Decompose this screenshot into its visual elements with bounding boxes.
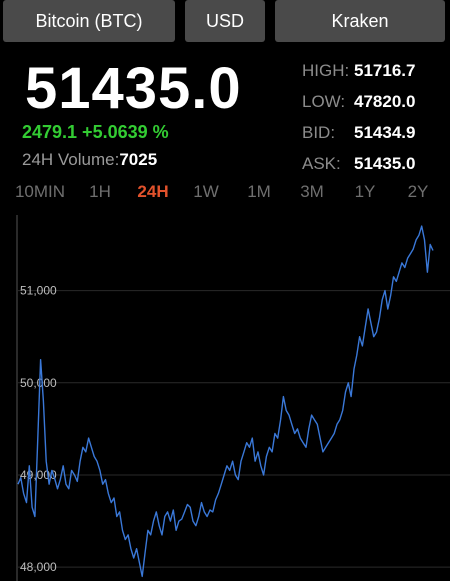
stat-bid: BID: 51434.9 [302,122,448,153]
price-chart[interactable]: 48,00049,00050,00051,000 [0,210,450,581]
range-tab-3m[interactable]: 3M [300,182,324,202]
stat-value: 47820.0 [354,92,416,111]
volume-line: 24H Volume:7025 [22,150,157,170]
y-tick-label: 48,000 [20,560,57,574]
currency-selector-button[interactable]: USD [185,0,265,42]
range-tab-1y[interactable]: 1Y [355,182,376,202]
y-tick-label: 51,000 [20,284,57,298]
y-tick-label: 50,000 [20,376,57,390]
stat-label: BID: [302,123,336,142]
volume-label: 24H Volume: [22,150,120,169]
stat-value: 51435.0 [354,154,416,173]
stat-label: ASK: [302,154,341,173]
range-tab-24h[interactable]: 24H [137,182,168,202]
stat-value: 51434.9 [354,123,416,142]
coin-selector-button[interactable]: Bitcoin (BTC) [3,0,175,42]
range-tab-2y[interactable]: 2Y [408,182,429,202]
price-change: 2479.1 +5.0639 % [22,122,169,142]
volume-value: 7025 [119,150,158,169]
price-series-line [17,225,434,578]
range-tab-1m[interactable]: 1M [247,182,271,202]
current-price: 51435.0 [25,56,242,121]
stat-label: LOW: [302,92,346,111]
stat-label: HIGH: [302,61,350,80]
range-tab-1w[interactable]: 1W [193,182,219,202]
range-tab-1h[interactable]: 1H [89,182,111,202]
range-tab-10min[interactable]: 10MIN [15,182,65,202]
time-range-tabs: 10MIN 1H 24H 1W 1M 3M 1Y 2Y [0,182,450,206]
stat-low: LOW: 47820.0 [302,91,448,122]
top-selector-bar: Bitcoin (BTC) USD Kraken [0,0,450,44]
stat-value: 51716.7 [354,61,416,80]
exchange-selector-button[interactable]: Kraken [275,0,445,42]
price-stats: HIGH: 51716.7 LOW: 47820.0 BID: 51434.9 … [302,60,448,184]
stat-high: HIGH: 51716.7 [302,60,448,91]
stat-ask: ASK: 51435.0 [302,153,448,184]
